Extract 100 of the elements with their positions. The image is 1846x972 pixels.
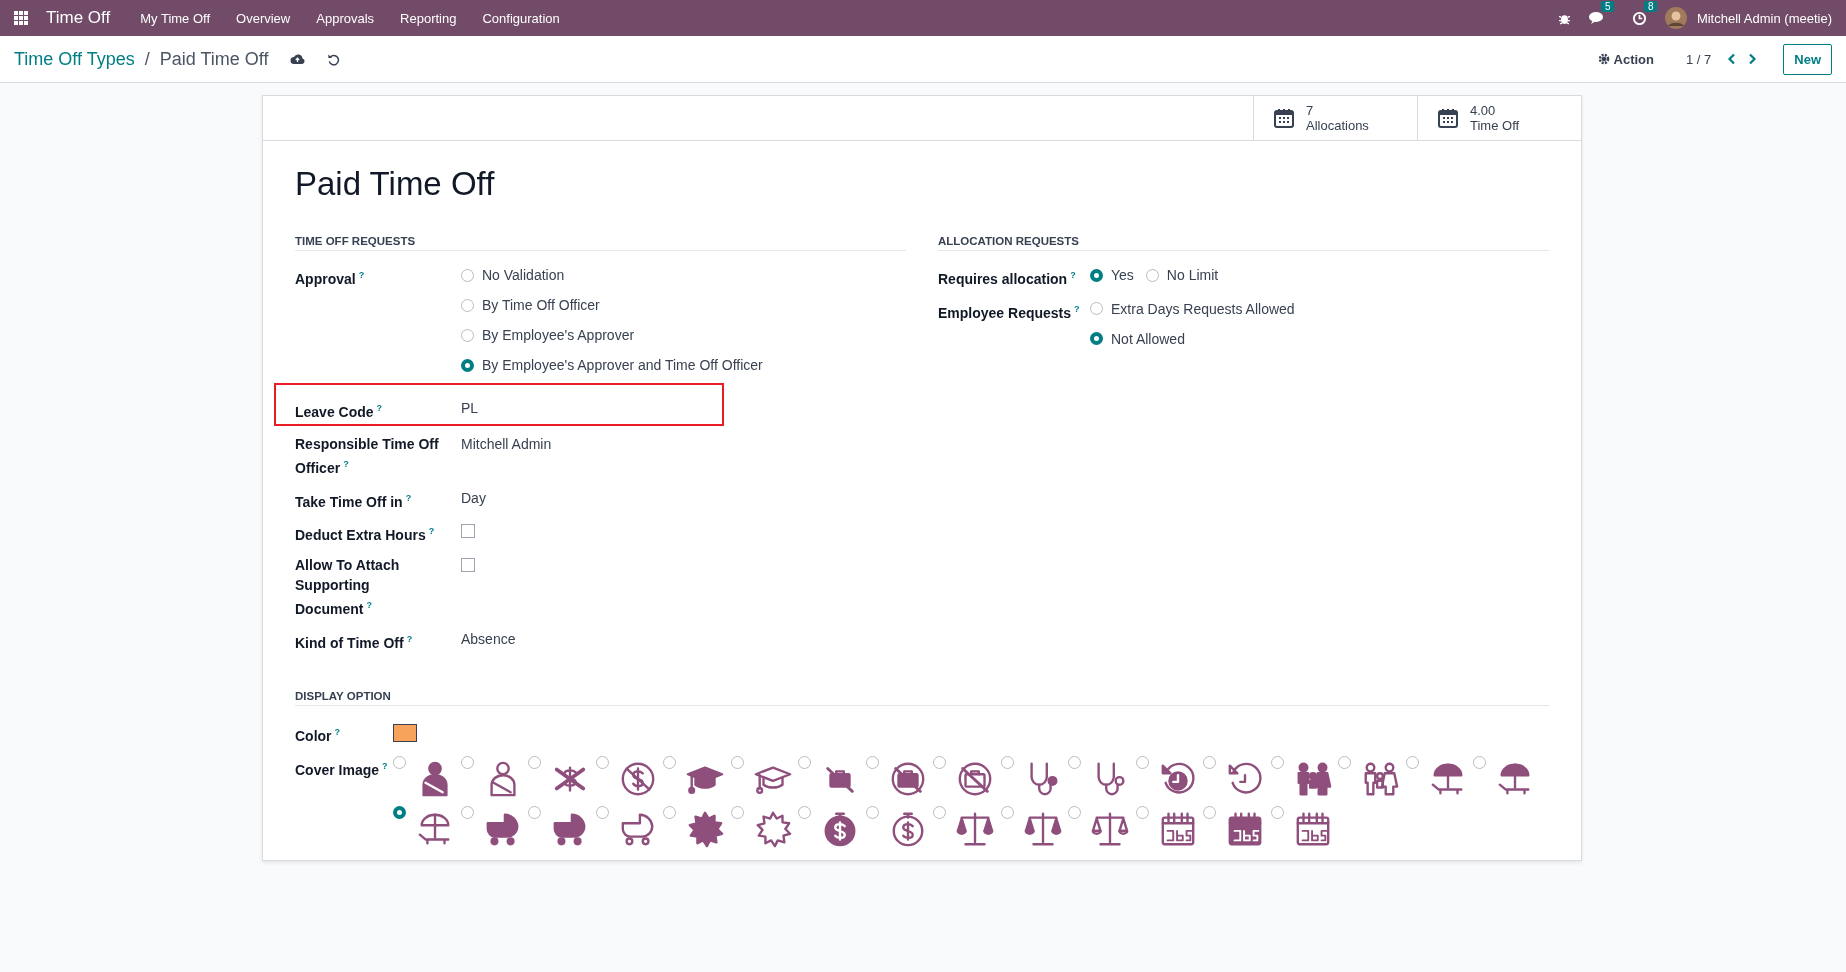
previous-icon[interactable] <box>1727 53 1738 65</box>
radio-label[interactable]: By Employee's Approver <box>482 325 635 345</box>
radio-label[interactable]: Yes <box>1111 265 1134 285</box>
field-label: Allow To Attach Supporting Document $^{?}$ <box>295 555 401 619</box>
field-value[interactable]: Absence <box>461 630 516 647</box>
field-value[interactable]: Day <box>461 489 486 506</box>
radio-button[interactable] <box>730 755 744 769</box>
radio-button[interactable] <box>865 805 879 819</box>
calendar-icon <box>1274 108 1294 128</box>
app-name[interactable]: Time Off <box>46 8 111 28</box>
menu-item[interactable]: My Time Off <box>132 10 219 26</box>
new-button[interactable]: New <box>1783 43 1832 75</box>
menu-item[interactable]: Overview <box>228 10 299 26</box>
radio-button[interactable] <box>865 755 879 769</box>
radio-button[interactable] <box>461 358 474 372</box>
section-heading: DISPLAY OPTION <box>295 690 1549 707</box>
radio-label[interactable]: By Employee's Approver and Time Off Officer <box>482 355 763 375</box>
field-label: Requires allocation $^{?}$ <box>938 269 1076 289</box>
color-swatch[interactable] <box>393 724 417 743</box>
record-name: Paid Time Off <box>159 48 269 70</box>
radio-button[interactable] <box>933 805 946 819</box>
checkbox[interactable] <box>461 557 475 572</box>
radio-label[interactable]: No Limit <box>1166 265 1219 285</box>
stat-value: 4.00 <box>1470 103 1497 118</box>
breadcrumb-separator: / <box>144 48 150 70</box>
field-label: Responsible Time Off Officer $^{?}$ <box>295 435 440 478</box>
field-label: Employee Requests $^{?}$ <box>938 302 1080 323</box>
radio-button[interactable] <box>1090 302 1103 316</box>
field-label: Cover Image $^{?}$ <box>295 759 388 780</box>
menu-item[interactable]: Approvals <box>308 10 383 26</box>
stat-button[interactable]: 7 Allocations <box>1253 96 1417 140</box>
breadcrumb-link[interactable]: Time Off Types <box>14 48 135 70</box>
app-grid-icon[interactable] <box>14 11 28 25</box>
record-title: Paid Time Off <box>295 165 496 203</box>
message-count-badge: 5 <box>1600 1 1615 12</box>
radio-label[interactable]: By Time Off Officer <box>482 295 600 315</box>
radio-button[interactable] <box>730 805 744 819</box>
radio-button[interactable] <box>460 755 474 769</box>
section-heading: ALLOCATION REQUESTS <box>938 235 1549 251</box>
pager-value: 1 / 7 <box>1685 51 1712 67</box>
radio-button[interactable] <box>1203 755 1216 769</box>
radio-button[interactable] <box>393 805 406 819</box>
radio-button[interactable] <box>1405 755 1419 769</box>
field-label: Kind of Time Off $^{?}$ <box>295 632 413 653</box>
user-name[interactable]: Mitchell Admin (meetie) <box>1696 10 1832 26</box>
radio-button[interactable] <box>798 805 811 819</box>
checkbox[interactable] <box>461 524 475 539</box>
next-icon[interactable] <box>1747 53 1758 65</box>
radio-button[interactable] <box>1090 332 1103 346</box>
radio-button[interactable] <box>461 268 474 282</box>
undo-icon[interactable] <box>327 52 341 66</box>
calendar-icon <box>1438 108 1458 128</box>
radio-button[interactable] <box>595 755 609 769</box>
stat-button[interactable]: 4.00 Time Off <box>1417 96 1581 140</box>
radio-button[interactable] <box>595 805 609 819</box>
radio-button[interactable] <box>1135 755 1149 769</box>
radio-button[interactable] <box>933 755 946 769</box>
radio-label[interactable]: Not Allowed <box>1111 328 1185 349</box>
radio-label[interactable]: Extra Days Requests Allowed <box>1111 298 1295 319</box>
radio-button[interactable] <box>1145 268 1159 282</box>
field-label: Leave Code $^{?}$ <box>295 402 383 422</box>
radio-button[interactable] <box>460 805 474 819</box>
radio-button[interactable] <box>528 805 541 819</box>
menu-item[interactable]: Reporting <box>392 10 465 26</box>
radio-button[interactable] <box>1068 805 1081 819</box>
gear-icon <box>1597 53 1610 65</box>
radio-button[interactable] <box>798 755 811 769</box>
field-value[interactable]: Mitchell Admin <box>461 436 552 452</box>
stat-value: 7 <box>1306 103 1315 118</box>
radio-button[interactable] <box>1338 755 1351 769</box>
radio-button[interactable] <box>1090 268 1103 282</box>
radio-button[interactable] <box>461 328 474 342</box>
field-label: Take Time Off in $^{?}$ <box>295 491 412 512</box>
radio-button[interactable] <box>663 805 676 819</box>
clock-icon[interactable] <box>1631 10 1647 26</box>
field-value[interactable]: PL <box>461 400 479 416</box>
menu-item[interactable]: Configuration <box>474 10 568 26</box>
radio-button[interactable] <box>1203 805 1216 819</box>
radio-button[interactable] <box>393 755 406 769</box>
radio-button[interactable] <box>528 755 541 769</box>
radio-button[interactable] <box>1270 805 1284 819</box>
radio-button[interactable] <box>1000 805 1014 819</box>
chat-icon[interactable] <box>1588 11 1606 25</box>
radio-button[interactable] <box>663 755 676 769</box>
radio-button[interactable] <box>1135 805 1149 819</box>
stat-label: Time Off <box>1470 118 1520 133</box>
radio-label[interactable]: No Validation <box>482 265 565 285</box>
field-label: Deduct Extra Hours $^{?}$ <box>295 525 435 545</box>
field-label: Color $^{?}$ <box>295 726 341 746</box>
action-menu-button[interactable]: Action <box>1597 51 1654 67</box>
cloud-upload-icon[interactable] <box>290 53 306 65</box>
field-label: Approval $^{?}$ <box>295 269 365 289</box>
radio-button[interactable] <box>461 298 474 312</box>
radio-button[interactable] <box>1270 755 1284 769</box>
avatar-icon[interactable] <box>1664 7 1687 29</box>
stat-label: Allocations <box>1306 118 1369 133</box>
radio-button[interactable] <box>1000 755 1014 769</box>
radio-button[interactable] <box>1068 755 1081 769</box>
activity-count-badge: 8 <box>1643 0 1658 12</box>
radio-button[interactable] <box>1473 755 1486 769</box>
